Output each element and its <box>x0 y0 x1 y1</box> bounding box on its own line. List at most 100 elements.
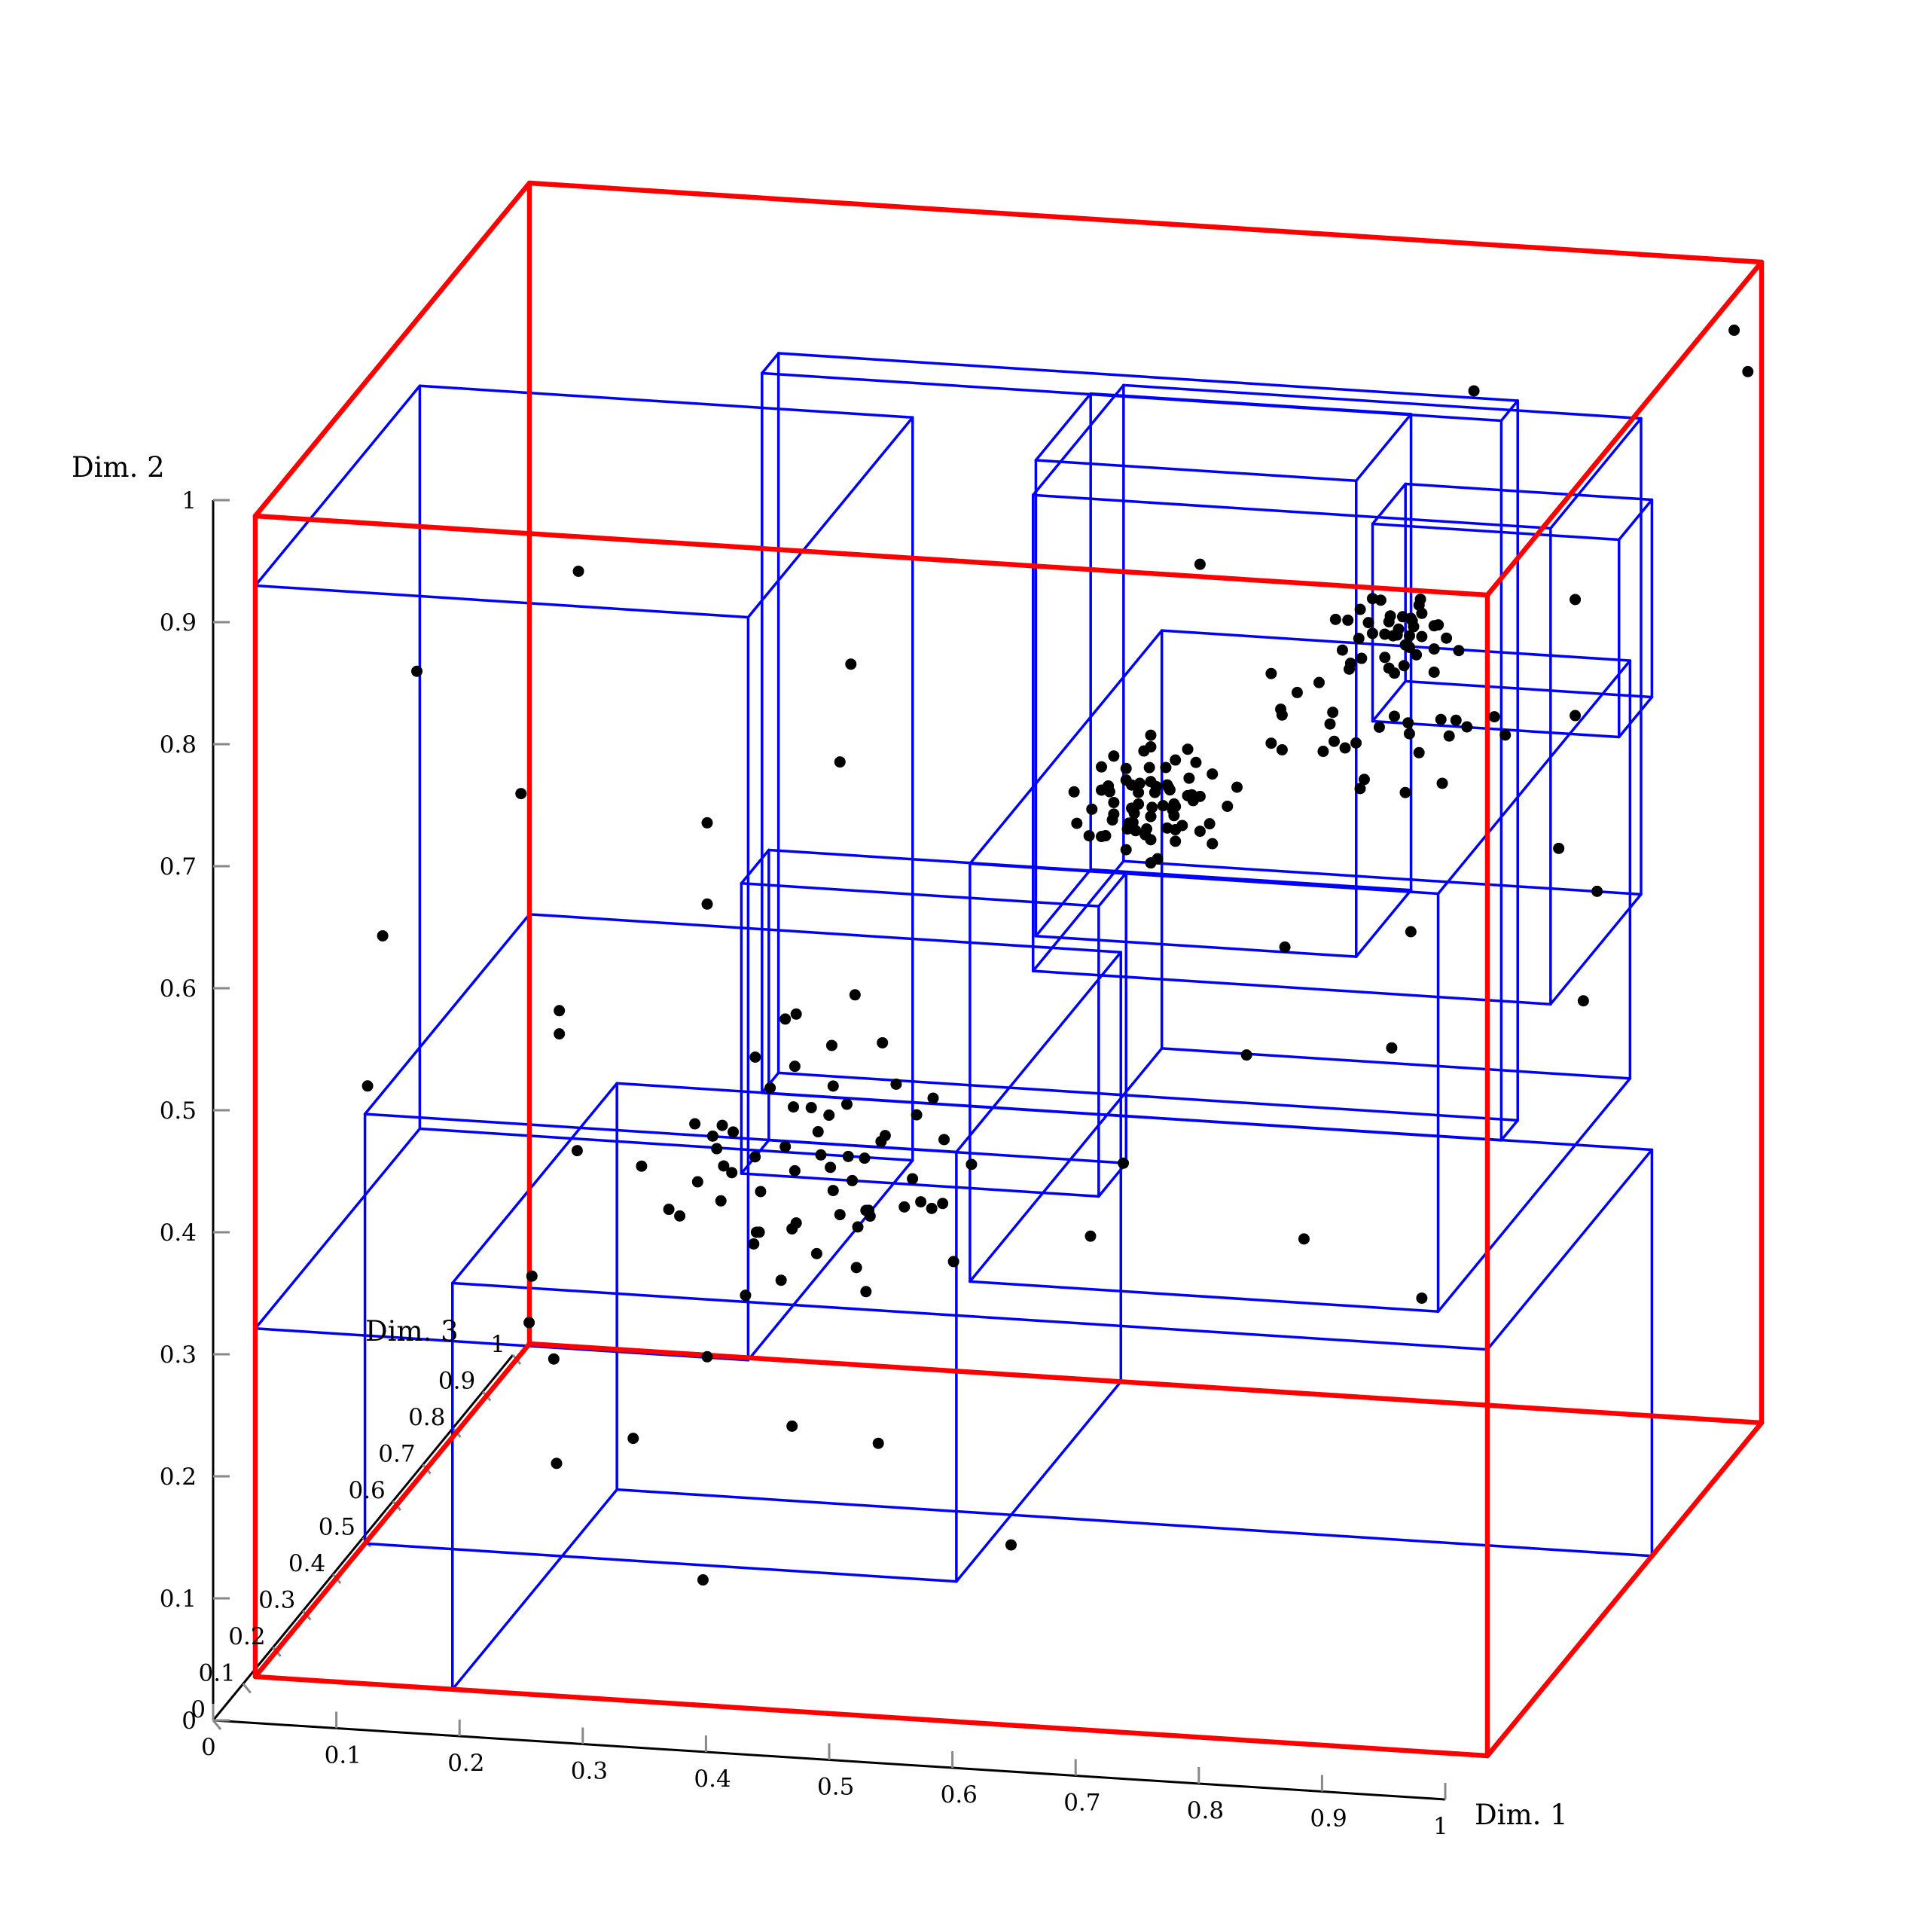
data-point <box>849 989 861 1001</box>
z-tick-label: 0 <box>191 1696 206 1723</box>
data-point <box>1182 743 1194 755</box>
z-tick-label: 0.5 <box>319 1514 355 1541</box>
inner-box-edge <box>1436 1077 1632 1313</box>
data-point <box>1356 652 1368 664</box>
inner-box-edge <box>451 1488 618 1691</box>
data-point <box>1413 599 1425 611</box>
inner-box-edge <box>1034 935 1358 958</box>
y-tick-label: 0.3 <box>160 1341 197 1369</box>
data-point <box>1468 385 1480 397</box>
data-point <box>1143 762 1155 774</box>
data-point <box>1339 742 1351 754</box>
data-point <box>1313 676 1325 688</box>
data-point <box>1071 817 1083 829</box>
data-point <box>1145 857 1157 869</box>
data-point <box>701 898 713 910</box>
x-tick-label: 0.2 <box>447 1750 484 1777</box>
data-point <box>1265 737 1277 749</box>
inner-box-edge <box>1160 1047 1632 1080</box>
inner-box-edge <box>1404 679 1654 699</box>
data-point <box>810 1247 822 1259</box>
inner-box <box>451 1082 1654 1757</box>
y-tick-label: 0.8 <box>160 731 197 758</box>
data-point <box>1275 704 1287 716</box>
inner-box-edge <box>1486 1148 1654 1351</box>
data-point <box>1298 1233 1310 1245</box>
data-point <box>1373 721 1385 733</box>
data-point <box>1145 810 1157 823</box>
inner-box-edge <box>1031 969 1552 1006</box>
inner-box-edge <box>254 1127 422 1330</box>
data-point <box>701 1351 713 1363</box>
data-point <box>1265 667 1277 679</box>
x-tick-label: 0.7 <box>1063 1790 1100 1817</box>
axes <box>212 499 1447 1801</box>
data-point <box>1416 630 1428 642</box>
data-point <box>1139 829 1152 841</box>
outer-box-edge <box>252 180 532 519</box>
data-point <box>947 1256 959 1268</box>
data-point <box>1108 808 1120 820</box>
y-tick-label: 0.4 <box>160 1219 197 1247</box>
data-point <box>1383 662 1395 674</box>
data-point <box>1118 1157 1130 1169</box>
data-point <box>1170 835 1182 847</box>
data-point <box>1005 1539 1017 1551</box>
data-point <box>1399 786 1411 798</box>
data-point <box>1084 1230 1097 1242</box>
data-point <box>1398 660 1410 672</box>
data-point <box>1405 926 1417 938</box>
chart-3d-scatter: 0 0.1 0.2 0.3 0.4 0.5 0.6 0.7 0.8 0.9 1 0 0.1 0.2 0.3 0… <box>0 0 1928 1928</box>
data-point <box>691 1176 703 1188</box>
data-point <box>1416 1293 1428 1304</box>
data-point <box>1403 728 1415 740</box>
data-point <box>627 1433 639 1445</box>
inner-box-edge <box>740 848 770 885</box>
data-point <box>1453 645 1465 657</box>
inner-box-edge <box>776 352 1519 402</box>
data-point <box>1276 743 1288 755</box>
data-point <box>697 1574 709 1586</box>
inner-box-edge <box>1089 868 1413 892</box>
plot-area: 0 0.1 0.2 0.3 0.4 0.5 0.6 0.7 0.8 0.9 1 0 0.1 0.2 0.3 0… <box>72 180 1765 1840</box>
data-point <box>1402 717 1414 729</box>
data-point <box>1121 823 1133 835</box>
outer-box-edge <box>252 1341 532 1680</box>
data-point <box>1103 786 1115 798</box>
data-point <box>726 1167 738 1179</box>
data-point <box>937 1198 949 1210</box>
data-point <box>1384 610 1396 622</box>
data-point <box>1358 774 1370 786</box>
data-point <box>805 1102 817 1114</box>
data-point <box>1240 1049 1252 1061</box>
outer-box-edge <box>252 513 1490 598</box>
data-point <box>1413 746 1425 758</box>
z-tick-label: 0.1 <box>198 1660 235 1687</box>
inner-box-edge <box>363 913 531 1116</box>
data-point <box>701 816 713 829</box>
data-point <box>879 1130 891 1142</box>
z-tick-label: 0.2 <box>228 1623 265 1650</box>
data-point <box>1488 711 1500 723</box>
data-point <box>1570 710 1582 722</box>
data-point <box>554 1005 566 1017</box>
y-tick-label: 0.9 <box>160 609 197 636</box>
inner-box-edge <box>955 1380 1123 1583</box>
inner-box-edge <box>1031 493 1552 530</box>
z-tick-label: 0.3 <box>258 1587 295 1614</box>
inner-box-edge <box>1371 522 1621 542</box>
data-point <box>1379 628 1391 640</box>
data-point <box>815 1149 827 1161</box>
data-point <box>1428 643 1440 655</box>
inner-box-edge <box>969 1047 1164 1283</box>
data-point <box>1170 754 1182 766</box>
data-point <box>966 1158 978 1170</box>
data-point <box>1499 729 1512 741</box>
data-point <box>1342 614 1354 626</box>
inner-box-edge <box>1097 871 1127 908</box>
outer-box-edge <box>526 180 1765 265</box>
y-tick-label: 1 <box>182 487 197 514</box>
data-point <box>572 565 584 577</box>
data-point <box>1379 652 1391 664</box>
data-point <box>1344 663 1356 675</box>
